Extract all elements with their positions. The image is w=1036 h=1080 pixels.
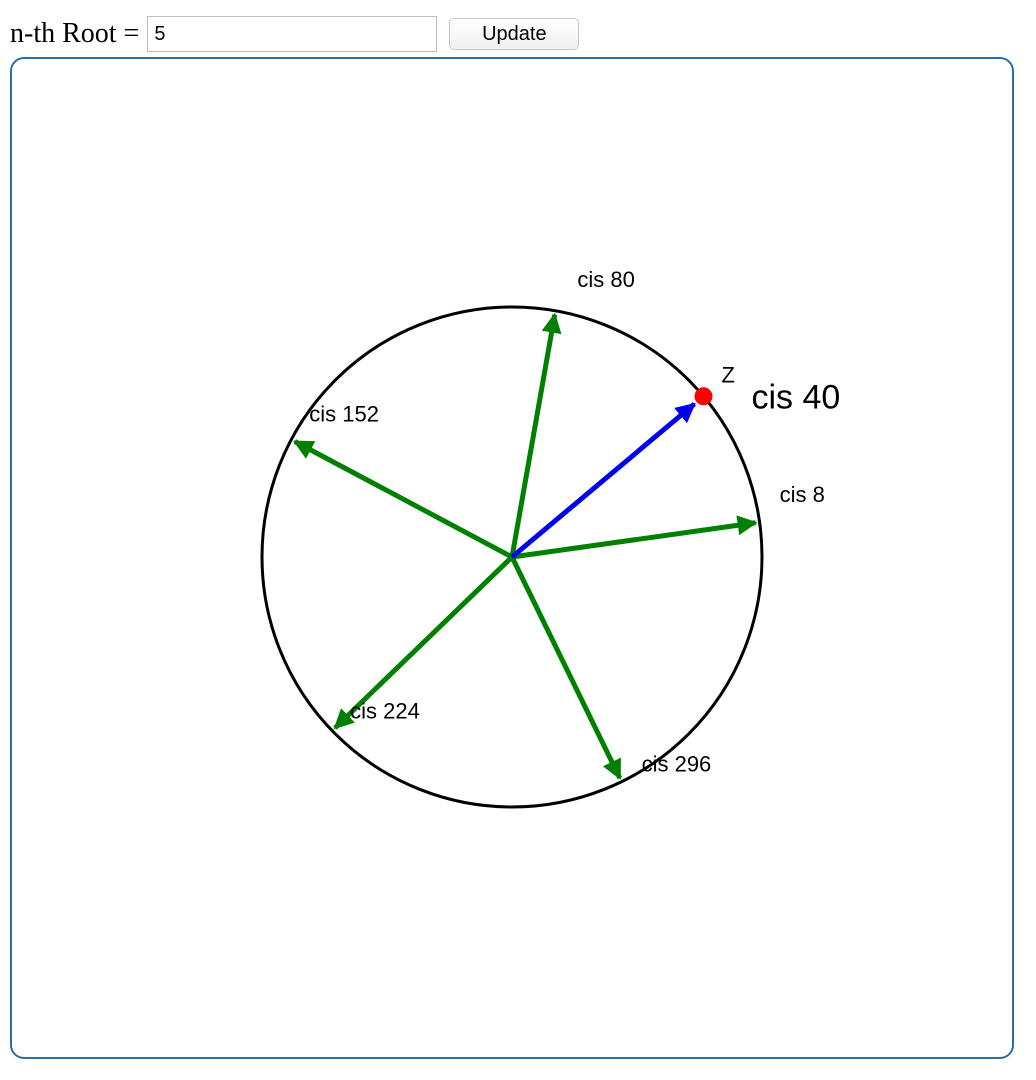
root-vector-arrow (293, 439, 514, 560)
root-label: cis 80 (577, 267, 634, 292)
z-value-label: cis 40 (752, 378, 841, 416)
complex-roots-diagram: cis 8 cis 80 cis 152 cis 224 cis 296 Z cis 4… (260, 267, 841, 809)
roots-layer: cis 8 cis 80 cis 152 cis 224 cis 296 (293, 267, 825, 780)
z-label: Z (722, 362, 735, 387)
root-input[interactable] (147, 16, 438, 52)
z-point[interactable] (694, 387, 713, 406)
toolbar: n-th Root = Update (10, 14, 580, 54)
root-label: cis 296 (642, 752, 712, 777)
root-vector-arrow (509, 555, 623, 780)
root-label: cis 152 (309, 402, 379, 427)
root-vector-arrow (509, 312, 562, 558)
z-layer: Z cis 40 (510, 362, 841, 559)
root-label: n-th Root = (10, 18, 140, 49)
update-button[interactable]: Update (449, 18, 580, 50)
root-label: cis 8 (780, 482, 825, 507)
root-label: cis 224 (350, 699, 420, 724)
diagram-board: cis 8 cis 80 cis 152 cis 224 cis 296 Z cis 4… (10, 57, 1014, 1059)
